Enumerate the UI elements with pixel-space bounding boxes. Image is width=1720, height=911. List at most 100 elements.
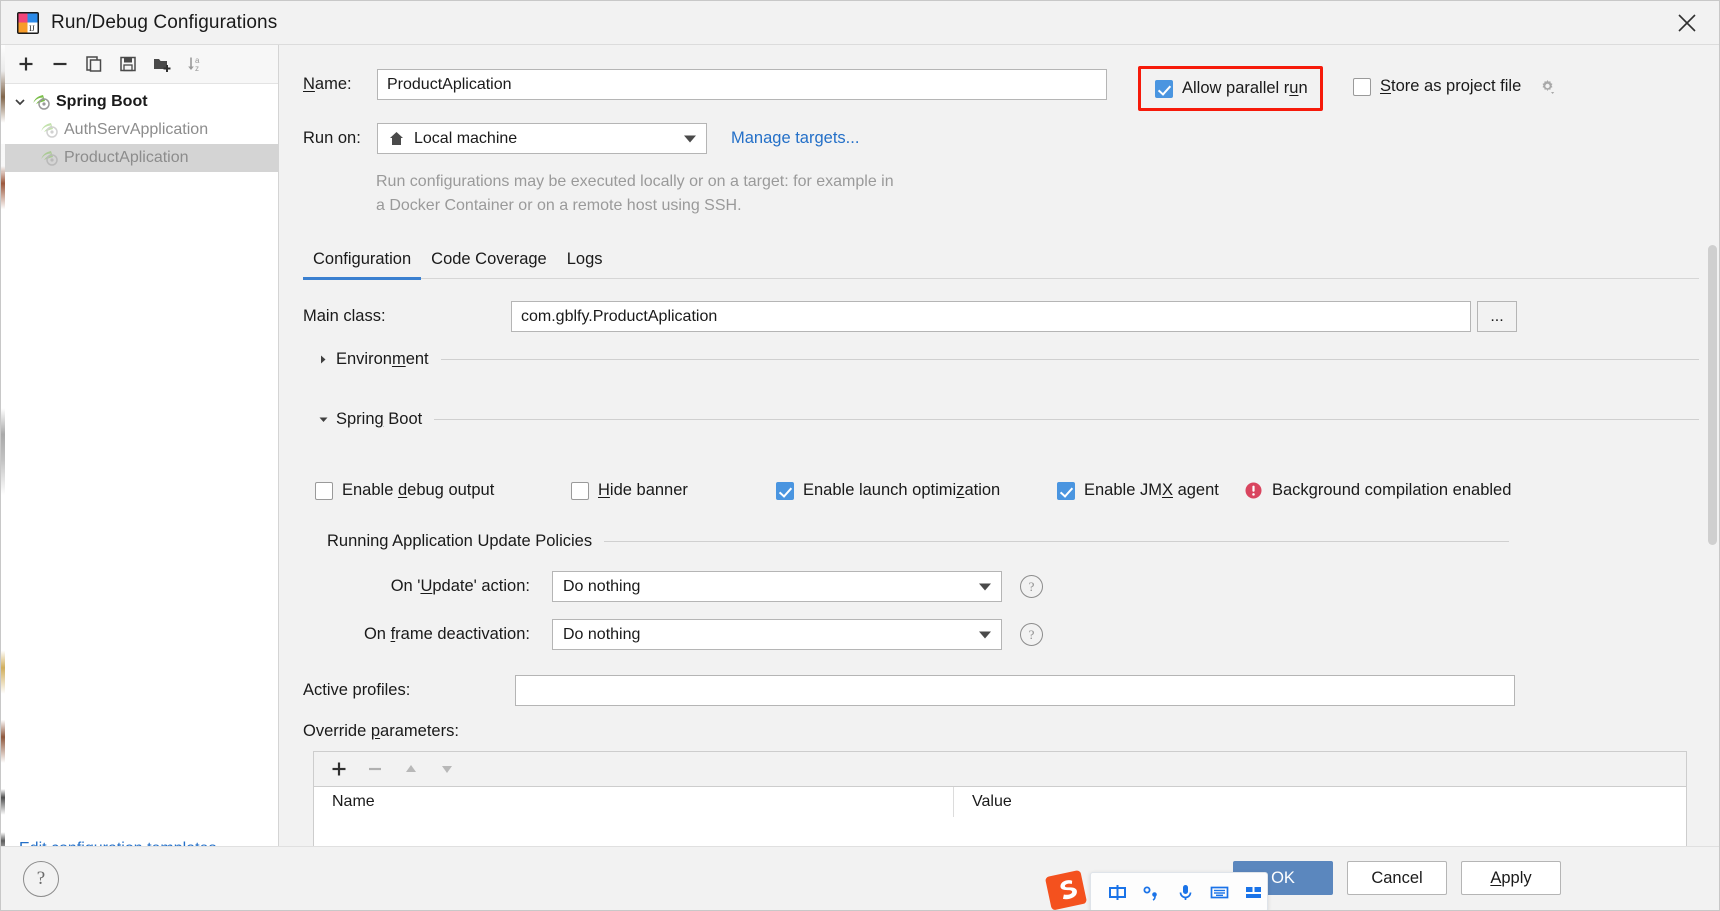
section-divider	[440, 358, 1699, 360]
run-on-label: Run on:	[303, 129, 361, 147]
environment-section-title: Environment	[336, 349, 429, 368]
enable-debug-output-checkbox[interactable]: Enable debug output	[315, 481, 571, 500]
tree-item-productaplication[interactable]: ProductAplication	[1, 144, 278, 172]
content-scrollbar[interactable]	[1707, 245, 1718, 805]
allow-parallel-run-label: Allow parallel run	[1182, 79, 1308, 97]
configuration-editor: Name: ProductAplication Allow parallel r…	[280, 45, 1719, 846]
hide-banner-label: Hide banner	[598, 481, 688, 499]
ime-toolbar	[1090, 872, 1268, 910]
enable-launch-optimization-label: Enable launch optimization	[803, 481, 1001, 499]
copy-configuration-button[interactable]	[79, 49, 109, 79]
create-folder-button[interactable]	[147, 49, 177, 79]
run-on-dropdown[interactable]: Local machine	[377, 123, 707, 154]
column-header-value[interactable]: Value	[954, 787, 1686, 817]
keyboard-icon[interactable]	[1209, 882, 1229, 902]
checkbox-box	[571, 481, 589, 500]
dialog-footer: ? OK Cancel Apply	[1, 846, 1719, 910]
on-update-action-dropdown[interactable]: Do nothing	[552, 571, 1002, 602]
run-on-hint-text: Run configurations may be executed local…	[376, 173, 894, 214]
override-parameters-toolbar	[314, 752, 1686, 787]
hide-banner-checkbox[interactable]: Hide banner	[571, 481, 776, 500]
help-button[interactable]: ?	[23, 861, 59, 897]
chevron-right-icon[interactable]	[313, 349, 333, 369]
name-row: Name: ProductAplication	[303, 69, 1107, 100]
scrollbar-thumb[interactable]	[1708, 245, 1717, 545]
on-update-action-value: Do nothing	[563, 577, 641, 595]
punctuation-icon[interactable]	[1141, 882, 1161, 902]
question-icon[interactable]: ?	[1020, 623, 1043, 646]
add-parameter-button[interactable]	[328, 758, 350, 780]
spring-boot-section-header[interactable]: Spring Boot	[313, 409, 1699, 429]
checkbox-box	[1155, 79, 1173, 98]
active-profiles-input[interactable]	[515, 675, 1515, 706]
move-up-button[interactable]	[400, 758, 422, 780]
window-title: Run/Debug Configurations	[51, 11, 278, 33]
gear-dropdown-icon[interactable]	[1538, 77, 1557, 96]
store-as-project-file-label: Store as project file	[1380, 77, 1522, 95]
move-down-button[interactable]	[436, 758, 458, 780]
cancel-button[interactable]: Cancel	[1347, 861, 1447, 895]
chevron-down-icon[interactable]	[11, 93, 29, 111]
allow-parallel-run-checkbox[interactable]: Allow parallel run	[1155, 79, 1308, 98]
chevron-down-icon	[979, 583, 991, 590]
toolbox-icon[interactable]	[1243, 882, 1263, 902]
store-as-project-file-checkbox[interactable]: Store as project file	[1353, 77, 1521, 96]
name-label: Name:	[303, 75, 352, 93]
column-header-name[interactable]: Name	[314, 787, 954, 817]
manage-targets-link[interactable]: Manage targets...	[731, 129, 859, 148]
checkbox-box	[315, 481, 333, 500]
enable-jmx-agent-checkbox[interactable]: Enable JMX agent	[1057, 481, 1244, 500]
chinese-input-icon[interactable]	[1107, 882, 1127, 902]
tree-group-spring-boot[interactable]: Spring Boot	[1, 88, 278, 116]
browse-main-class-button[interactable]: ...	[1477, 301, 1517, 332]
error-warning-icon	[1244, 481, 1263, 500]
configuration-tab-panel: Main class: com.gblfy.ProductAplication …	[303, 285, 1699, 846]
allow-parallel-run-highlight: Allow parallel run	[1138, 66, 1323, 111]
question-icon[interactable]: ?	[1020, 575, 1043, 598]
editor-tabs: Configuration Code Coverage Logs	[303, 248, 1699, 280]
microphone-icon[interactable]	[1175, 882, 1195, 902]
tree-item-authservapplication[interactable]: AuthServApplication	[1, 116, 278, 144]
chevron-down-icon[interactable]	[313, 409, 333, 429]
checkbox-box	[1353, 77, 1371, 96]
on-frame-deactivation-value: Do nothing	[563, 625, 641, 643]
remove-parameter-button[interactable]	[364, 758, 386, 780]
section-divider	[604, 541, 1509, 542]
main-class-label: Main class:	[303, 307, 386, 325]
remove-configuration-button[interactable]	[45, 49, 75, 79]
intellij-idea-icon: IJ	[17, 11, 39, 34]
tab-code-coverage[interactable]: Code Coverage	[421, 248, 557, 278]
checkbox-box	[1057, 481, 1075, 500]
on-frame-deactivation-label: On frame deactivation:	[363, 625, 530, 643]
home-icon	[388, 130, 405, 147]
add-configuration-button[interactable]	[11, 49, 41, 79]
active-profiles-label: Active profiles:	[303, 681, 411, 699]
svg-text:z: z	[195, 64, 199, 73]
sort-configurations-button[interactable]: a z	[181, 49, 211, 79]
tree-item-label: Spring Boot	[56, 93, 148, 110]
spring-boot-icon	[39, 121, 59, 139]
environment-section-header[interactable]: Environment	[313, 349, 1699, 369]
chevron-down-icon	[684, 135, 696, 142]
store-as-project-file-row: Store as project file	[1353, 77, 1557, 96]
name-input[interactable]: ProductAplication	[377, 69, 1107, 100]
enable-launch-optimization-checkbox[interactable]: Enable launch optimization	[776, 481, 1057, 500]
section-divider	[434, 418, 1699, 420]
main-class-row: Main class: com.gblfy.ProductAplication …	[303, 301, 1517, 332]
on-frame-deactivation-row: On frame deactivation: Do nothing ?	[327, 619, 1043, 650]
on-frame-deactivation-dropdown[interactable]: Do nothing	[552, 619, 1002, 650]
save-configuration-button[interactable]	[113, 49, 143, 79]
override-parameters-table: Name Value	[313, 751, 1687, 846]
update-policies-title: Running Application Update Policies	[327, 532, 593, 550]
spring-boot-icon	[39, 149, 59, 167]
override-parameters-header-row: Name Value	[314, 787, 1686, 817]
tab-configuration[interactable]: Configuration	[303, 248, 422, 280]
configurations-panel: a z Spring Boot AuthServApplication Prod…	[1, 45, 279, 910]
close-icon[interactable]	[1655, 1, 1719, 45]
tab-logs[interactable]: Logs	[557, 248, 613, 278]
enable-jmx-agent-label: Enable JMX agent	[1084, 481, 1219, 499]
sogou-logo-icon[interactable]	[1044, 867, 1090, 910]
run-on-value: Local machine	[414, 129, 518, 147]
apply-button[interactable]: Apply	[1461, 861, 1561, 895]
main-class-input[interactable]: com.gblfy.ProductAplication	[511, 301, 1471, 332]
